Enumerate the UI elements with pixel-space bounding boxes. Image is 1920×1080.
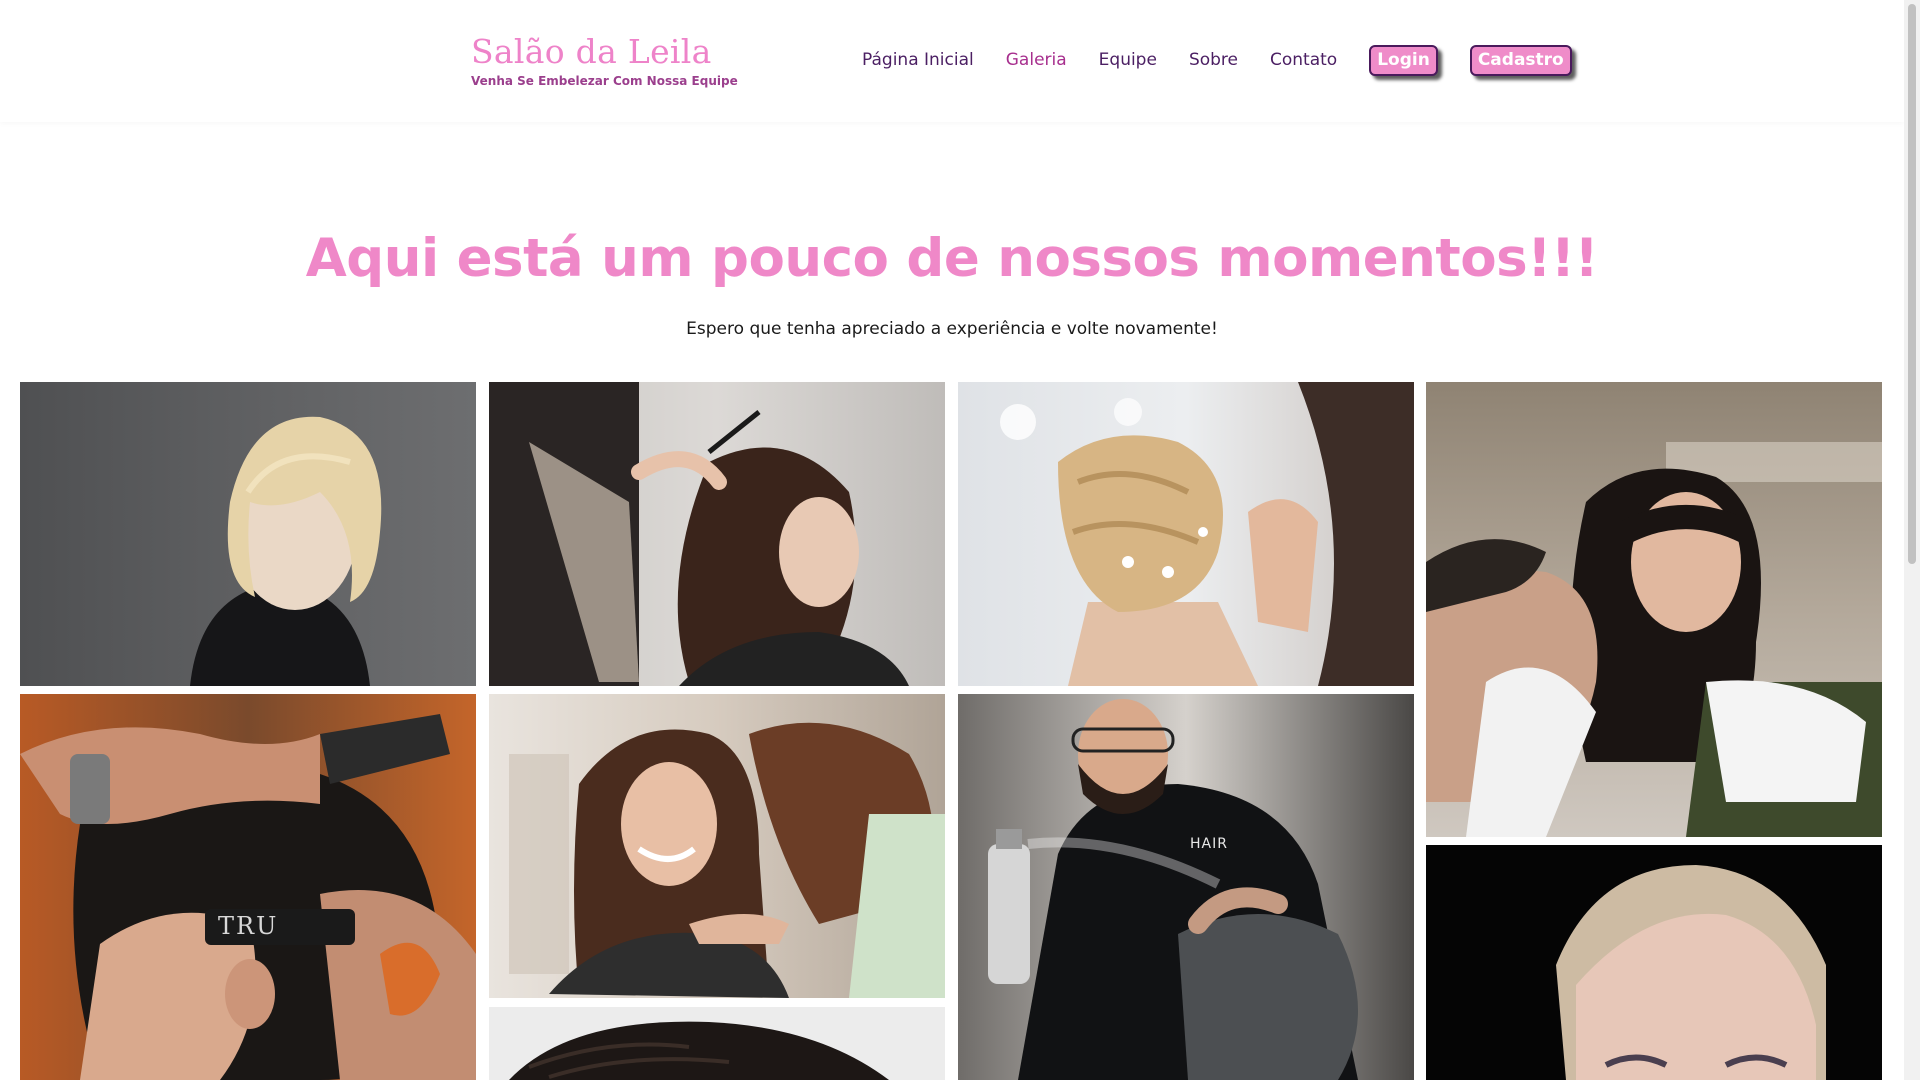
brand-title: Salão da Leila <box>471 32 712 71</box>
photo-illustration <box>190 416 382 686</box>
photo-illustration <box>988 699 1358 1080</box>
photo-illustration <box>1000 382 1414 686</box>
photo-illustration <box>509 1021 889 1080</box>
gallery-photo[interactable] <box>489 694 945 998</box>
gallery-photo[interactable] <box>20 382 476 686</box>
page-subtitle: Espero que tenha apreciado a experiência… <box>686 319 1218 339</box>
brand[interactable]: Salão da Leila Venha Se Embelezar Com No… <box>471 32 738 88</box>
nav-team[interactable]: Equipe <box>1099 42 1157 78</box>
shirt-logo-label: HAIR <box>1190 836 1228 852</box>
nav-contact[interactable]: Contato <box>1270 42 1337 78</box>
gallery-photo[interactable]: HAIR <box>958 694 1414 1080</box>
photo-illustration <box>1426 442 1882 837</box>
page-scrollbar[interactable] <box>1904 0 1920 1080</box>
gallery-photo[interactable]: TRU <box>20 694 476 1080</box>
nav-gallery[interactable]: Galeria <box>1006 42 1067 78</box>
site-header: Salão da Leila Venha Se Embelezar Com No… <box>0 0 1904 122</box>
scrollbar-thumb[interactable] <box>1908 4 1916 564</box>
login-button[interactable]: Login <box>1369 44 1438 76</box>
page-title: Aqui está um pouco de nossos momentos!!! <box>305 227 1599 289</box>
page-viewport: Salão da Leila Venha Se Embelezar Com No… <box>0 0 1904 1080</box>
main-nav: Página Inicial Galeria Equipe Sobre Cont… <box>862 42 1604 78</box>
gallery-photo[interactable] <box>489 1007 945 1080</box>
signup-button[interactable]: Cadastro <box>1469 44 1572 76</box>
razor-brand-label: TRU <box>218 912 279 940</box>
photo-illustration <box>489 382 909 686</box>
gallery-photo[interactable] <box>489 382 945 686</box>
nav-about[interactable]: Sobre <box>1189 42 1238 78</box>
gallery-photo[interactable] <box>1426 382 1882 837</box>
gallery-photo[interactable] <box>1426 845 1882 1080</box>
photo-illustration <box>509 722 945 998</box>
photo-illustration <box>1556 865 1826 1080</box>
gallery-photo[interactable] <box>958 382 1414 686</box>
nav-home[interactable]: Página Inicial <box>862 42 974 78</box>
brand-subtitle: Venha Se Embelezar Com Nossa Equipe <box>471 74 738 88</box>
photo-illustration <box>20 714 476 1080</box>
